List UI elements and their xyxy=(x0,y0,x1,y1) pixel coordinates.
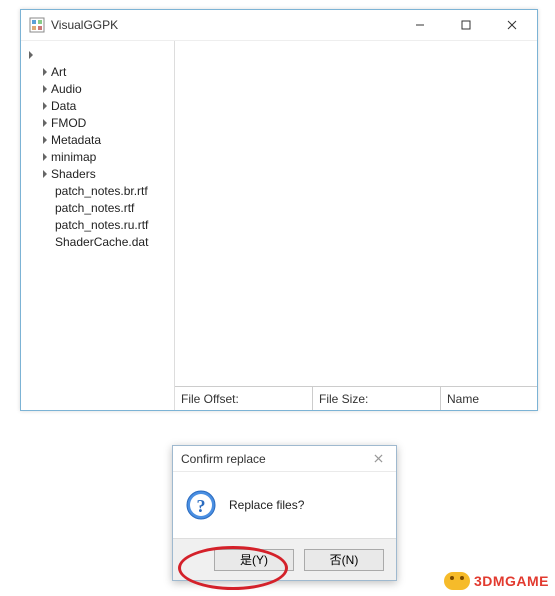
dialog-body: ? Replace files? xyxy=(173,472,396,538)
dialog-titlebar[interactable]: Confirm replace xyxy=(173,446,396,472)
tree-folder[interactable]: Audio xyxy=(43,80,174,97)
dialog-message: Replace files? xyxy=(229,498,304,512)
watermark-text: 3DMGAME xyxy=(474,573,549,589)
titlebar[interactable]: VisualGGPK xyxy=(21,10,537,41)
window-title: VisualGGPK xyxy=(51,18,397,32)
content-area[interactable] xyxy=(175,41,537,386)
status-bar: File Offset: File Size: Name xyxy=(175,386,537,410)
chevron-right-icon[interactable] xyxy=(43,136,47,144)
svg-text:?: ? xyxy=(197,496,206,516)
chevron-right-icon[interactable] xyxy=(43,102,47,110)
tree-folder-label: Art xyxy=(51,65,66,79)
file-offset-label: File Offset: xyxy=(181,392,239,406)
main-window: VisualGGPK Art Audio Data FMOD Metadata minim… xyxy=(20,9,538,411)
file-size-label: File Size: xyxy=(319,392,368,406)
chevron-right-icon[interactable] xyxy=(43,85,47,93)
close-button[interactable] xyxy=(489,10,535,40)
chevron-down-icon[interactable] xyxy=(29,51,33,59)
tree-folder[interactable]: Shaders xyxy=(43,165,174,182)
tree-folder[interactable]: Art xyxy=(43,63,174,80)
dialog-button-row: 是(Y) 否(N) xyxy=(173,538,396,580)
tree-folder[interactable]: FMOD xyxy=(43,114,174,131)
tree-folder-label: FMOD xyxy=(51,116,86,130)
tree-folder-label: Audio xyxy=(51,82,82,96)
tree-file[interactable]: patch_notes.rtf xyxy=(43,199,174,216)
app-icon xyxy=(29,17,45,33)
confirm-replace-dialog: Confirm replace ? Replace files? 是(Y) 否(… xyxy=(172,445,397,581)
tree-folder-label: Data xyxy=(51,99,76,113)
watermark: 3DMGAME xyxy=(444,572,549,590)
chevron-right-icon[interactable] xyxy=(43,68,47,76)
window-controls xyxy=(397,10,535,40)
client-area: Art Audio Data FMOD Metadata minimap Shaders pa… xyxy=(21,41,537,410)
tree-folder[interactable]: Data xyxy=(43,97,174,114)
tree-file-label: patch_notes.ru.rtf xyxy=(55,218,148,232)
maximize-button[interactable] xyxy=(443,10,489,40)
tree-file-label: ShaderCache.dat xyxy=(55,235,148,249)
no-button[interactable]: 否(N) xyxy=(304,549,384,571)
right-pane: File Offset: File Size: Name xyxy=(175,41,537,410)
status-file-size: File Size: xyxy=(313,387,441,410)
tree-file[interactable]: ShaderCache.dat xyxy=(43,233,174,250)
dialog-title: Confirm replace xyxy=(181,452,364,466)
tree-root-node[interactable] xyxy=(29,46,174,63)
tree-folder-label: minimap xyxy=(51,150,96,164)
name-label: Name xyxy=(447,392,479,406)
tree-file[interactable]: patch_notes.ru.rtf xyxy=(43,216,174,233)
yes-button[interactable]: 是(Y) xyxy=(214,549,294,571)
chevron-right-icon[interactable] xyxy=(43,170,47,178)
tree-file-label: patch_notes.rtf xyxy=(55,201,134,215)
tree-folder[interactable]: Metadata xyxy=(43,131,174,148)
tree-pane[interactable]: Art Audio Data FMOD Metadata minimap Shaders pa… xyxy=(21,41,175,410)
tree-folder-label: Metadata xyxy=(51,133,101,147)
tree-view[interactable]: Art Audio Data FMOD Metadata minimap Shaders pa… xyxy=(21,46,174,250)
tree-file-label: patch_notes.br.rtf xyxy=(55,184,148,198)
question-icon: ? xyxy=(185,489,217,521)
chevron-right-icon[interactable] xyxy=(43,153,47,161)
minimize-button[interactable] xyxy=(397,10,443,40)
tree-folder-label: Shaders xyxy=(51,167,96,181)
tree-folder[interactable]: minimap xyxy=(43,148,174,165)
chevron-right-icon[interactable] xyxy=(43,119,47,127)
dialog-close-button[interactable] xyxy=(364,449,392,469)
tree-file[interactable]: patch_notes.br.rtf xyxy=(43,182,174,199)
status-file-offset: File Offset: xyxy=(175,387,313,410)
status-name: Name xyxy=(441,387,537,410)
watermark-badge-icon xyxy=(444,572,470,590)
